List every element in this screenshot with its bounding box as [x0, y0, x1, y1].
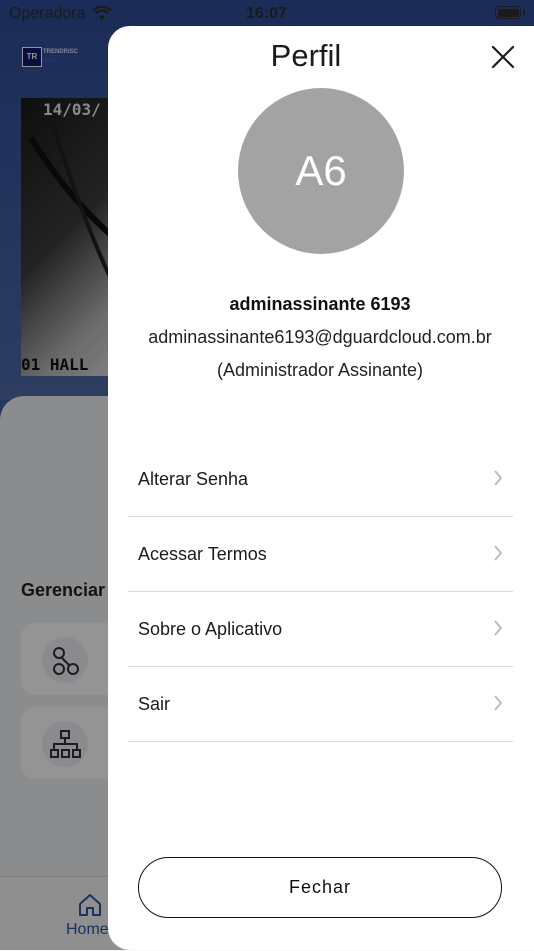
profile-menu: Alterar Senha Acessar Termos Sobre o Apl… [128, 442, 513, 742]
menu-item-acessar-termos[interactable]: Acessar Termos [128, 517, 513, 592]
wifi-icon [92, 6, 112, 20]
battery-icon [495, 6, 521, 19]
battery-cap [523, 10, 525, 15]
menu-item-sair[interactable]: Sair [128, 667, 513, 742]
profile-modal: Perfil A6 adminassinante 6193 adminassin… [108, 26, 534, 950]
close-button[interactable]: Fechar [138, 857, 502, 918]
menu-item-alterar-senha[interactable]: Alterar Senha [128, 442, 513, 517]
menu-item-sobre-o-aplicativo[interactable]: Sobre o Aplicativo [128, 592, 513, 667]
chevron-right-icon [494, 620, 503, 636]
user-email: adminassinante6193@dguardcloud.com.br [148, 327, 492, 347]
modal-title: Perfil [270, 38, 342, 73]
chevron-right-icon [494, 695, 503, 711]
menu-item-label: Acessar Termos [138, 544, 267, 564]
clock: 16:07 [246, 5, 287, 22]
user-role: (Administrador Assinante) [216, 360, 424, 380]
chevron-right-icon [494, 545, 503, 561]
avatar: A6 [238, 88, 404, 254]
user-name: adminassinante 6193 [229, 294, 411, 314]
menu-item-label: Sair [138, 694, 171, 714]
status-bar: Operadora 16:07 [0, 0, 534, 28]
menu-item-label: Alterar Senha [138, 469, 249, 489]
chevron-right-icon [494, 470, 503, 486]
close-icon[interactable] [488, 42, 518, 72]
carrier-name: Operadora [9, 5, 86, 22]
menu-item-label: Sobre o Aplicativo [138, 619, 283, 639]
